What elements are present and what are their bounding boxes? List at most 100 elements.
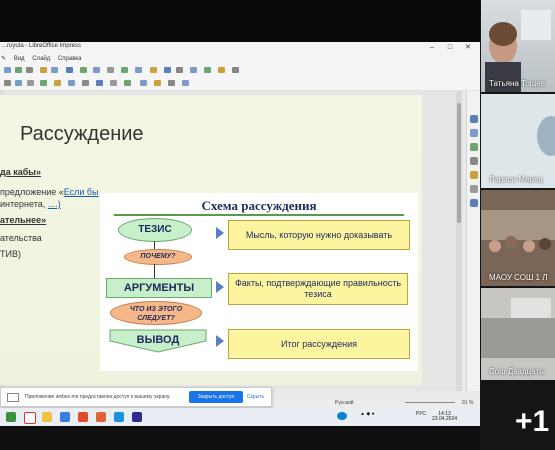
scheme-arguments: АРГУМЕНТЫ — [106, 278, 212, 298]
toolbar-icon[interactable] — [190, 67, 197, 73]
scheme-box-thesis: Мысль, которую нужно доказывать — [228, 220, 410, 250]
scrollbar-thumb[interactable] — [457, 103, 461, 223]
toolbar-icon[interactable] — [40, 67, 47, 73]
toolbar-icon[interactable] — [218, 67, 225, 73]
participant-name: МАОУ СОШ 1 Л — [489, 273, 548, 282]
gallery-icon[interactable] — [470, 185, 478, 193]
toolbar-icon[interactable] — [182, 80, 189, 86]
participant-tile[interactable]: Татьяна Тощев — [481, 0, 555, 92]
participant-video — [481, 94, 555, 188]
scheme-follows-line: ЧТО ИЗ ЭТОГО — [129, 306, 183, 313]
menu-item-help[interactable]: Справка — [58, 54, 82, 64]
app-icon-orange[interactable] — [96, 412, 106, 422]
arrow-icon — [216, 335, 224, 347]
toolbar-icon[interactable] — [204, 67, 211, 73]
properties-icon[interactable] — [470, 115, 478, 123]
master-slides-icon[interactable] — [470, 157, 478, 165]
toolbar-icon[interactable] — [4, 80, 11, 86]
animation-icon[interactable] — [470, 143, 478, 151]
zoom-level[interactable]: 91 % — [462, 400, 473, 406]
scheme-title: Схема рассуждения — [201, 198, 317, 213]
toolbar-icon[interactable] — [232, 67, 239, 73]
toolbar-icon[interactable] — [80, 67, 87, 73]
clock[interactable]: 14:13 23.04.2024 — [432, 412, 457, 422]
participant-tile[interactable]: МАОУ СОШ 1 Л — [481, 190, 555, 286]
edge-icon[interactable] — [114, 412, 124, 422]
toolbar-drawing — [0, 77, 480, 91]
stop-sharing-button[interactable]: Закрыть доступ — [189, 391, 243, 403]
toolbar-icon[interactable] — [154, 80, 161, 86]
edit-icon[interactable]: ✎ — [1, 54, 6, 64]
app-icon-calc[interactable] — [6, 412, 16, 422]
vertical-scrollbar[interactable] — [456, 91, 462, 391]
menu-item-view[interactable]: Вид — [14, 54, 25, 64]
scheme-box-conclusion: Итог рассуждения — [228, 329, 410, 359]
yandex-browser-icon[interactable] — [24, 412, 36, 424]
more-participants-count[interactable]: +1 — [515, 405, 549, 439]
participant-name: Татьяна Тощев — [489, 79, 545, 88]
toolbar-icon[interactable] — [96, 80, 103, 86]
slide-text-line: ательства — [0, 233, 42, 243]
keyboard-language[interactable]: РУС — [416, 412, 426, 417]
toolbar-standard — [0, 64, 480, 78]
slide-text-line: ТИВ) — [0, 249, 21, 259]
menu-item-slide[interactable]: Слайд — [32, 54, 50, 64]
toolbar-icon[interactable] — [27, 80, 34, 86]
participant-name: Лариса Мерец — [489, 175, 543, 184]
toolbar-icon[interactable] — [121, 67, 128, 73]
toolbar-icon[interactable] — [124, 80, 131, 86]
clock-date: 23.04.2024 — [432, 416, 458, 422]
toolbar-icon[interactable] — [82, 80, 89, 86]
toolbar-icon[interactable] — [54, 80, 61, 86]
file-explorer-icon[interactable] — [42, 412, 52, 422]
connector-line — [154, 241, 155, 249]
toolbar-icon[interactable] — [176, 67, 183, 73]
hide-notification-link[interactable]: Скрыть — [247, 394, 264, 400]
toolbar-icon[interactable] — [168, 80, 175, 86]
toolbar-icon[interactable] — [15, 67, 22, 73]
right-sidebar — [466, 91, 480, 391]
toolbar-icon[interactable] — [164, 67, 171, 73]
toolbar-icon[interactable] — [107, 67, 114, 73]
screen-bottom-border — [0, 426, 480, 450]
participant-tile[interactable]: Лариса Мерец — [481, 94, 555, 188]
arrow-icon — [216, 281, 224, 293]
toolbar-icon[interactable] — [150, 67, 157, 73]
toolbar-icon[interactable] — [4, 67, 11, 73]
toolbar-icon[interactable] — [93, 67, 100, 73]
menu-bar: ✎ Вид Слайд Справка — [0, 54, 480, 64]
maximize-icon[interactable]: □ — [442, 42, 458, 54]
minimize-icon[interactable]: – — [424, 42, 440, 54]
toolbar-icon[interactable] — [110, 80, 117, 86]
toolbar-icon[interactable] — [51, 67, 58, 73]
status-language[interactable]: Русский — [335, 400, 354, 406]
webex-icon[interactable] — [132, 412, 142, 422]
scheme-what-follows: ЧТО ИЗ ЭТОГО СЛЕДУЕТ? — [110, 301, 202, 325]
toolbar-icon[interactable] — [140, 80, 147, 86]
scheme-thesis: ТЕЗИС — [118, 218, 192, 242]
tray-icons[interactable]: ▲ ◆ ● — [360, 412, 375, 417]
toolbar-icon[interactable] — [135, 67, 142, 73]
close-icon[interactable]: ✕ — [460, 42, 476, 54]
powerpoint-icon[interactable] — [78, 412, 88, 422]
toolbar-icon[interactable] — [15, 80, 22, 86]
slide-transition-icon[interactable] — [470, 129, 478, 137]
slide-heading: Рассуждение — [20, 123, 144, 145]
notification-message: Приложение webex.me предоставлен доступ … — [25, 394, 171, 400]
participant-tile[interactable]: Сош Двадцаты — [481, 288, 555, 380]
zoom-slider[interactable] — [405, 402, 455, 403]
toolbar-icon[interactable] — [40, 80, 47, 86]
scheme-conclusion: ВЫВОД — [108, 329, 208, 353]
scheme-follows-line: СЛЕДУЕТ? — [137, 315, 175, 322]
scheme-title-underline — [114, 214, 404, 216]
connector-line — [154, 264, 155, 278]
toolbar-icon[interactable] — [66, 67, 73, 73]
navigator-icon[interactable] — [470, 199, 478, 207]
slide[interactable]: Рассуждение да кабы» предложение «Если б… — [0, 95, 422, 385]
styles-icon[interactable] — [470, 171, 478, 179]
word-icon[interactable] — [60, 412, 70, 422]
help-icon[interactable] — [337, 412, 347, 420]
toolbar-icon[interactable] — [68, 80, 75, 86]
participant-name: Сош Двадцаты — [489, 367, 545, 376]
toolbar-icon[interactable] — [26, 67, 33, 73]
